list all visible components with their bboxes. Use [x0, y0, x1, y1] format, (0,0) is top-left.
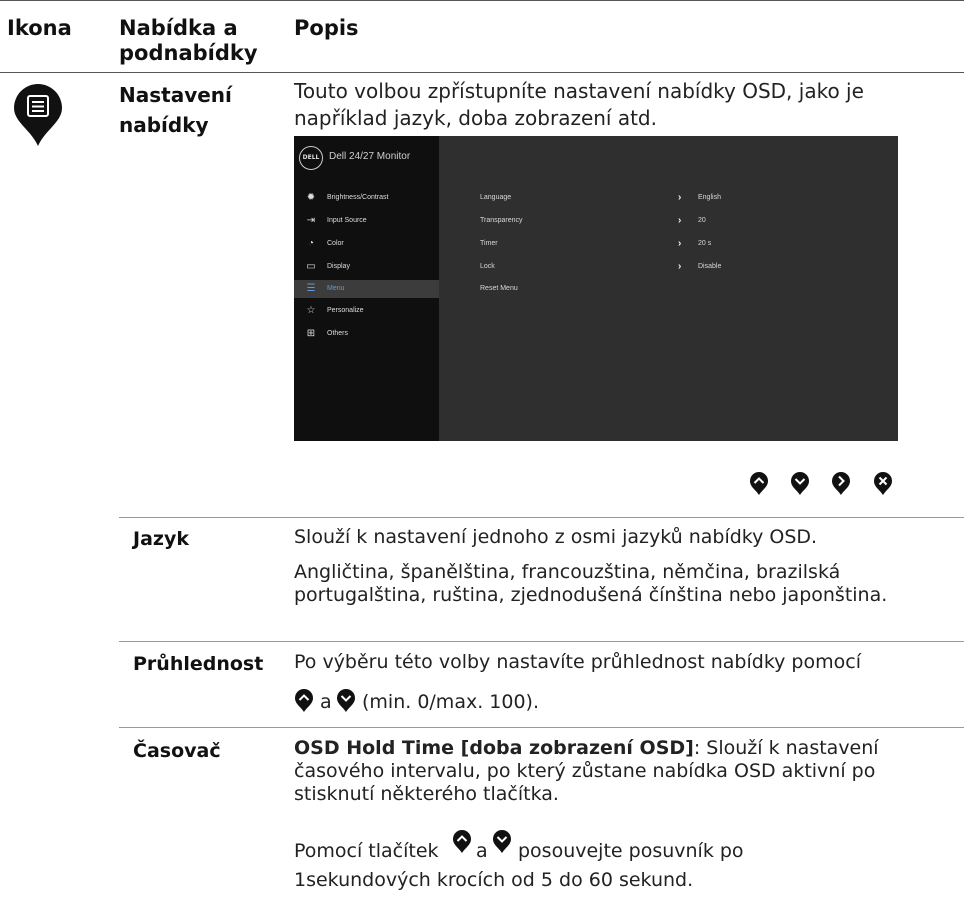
row-text-timer-3: 1sekundových krocích od 5 do 60 sekund. — [294, 869, 694, 891]
column-header-menu: Nabídka a podnabídky — [119, 16, 258, 65]
row-text-timer-2a: Pomocí tlačítek — [294, 840, 439, 862]
brightness-icon: ✹ — [306, 192, 316, 203]
osd-setting-lock[interactable]: Lock › Disable — [480, 261, 880, 275]
menu-list-icon — [10, 82, 66, 148]
chevron-right-icon: › — [678, 215, 682, 226]
transparency-joiner: a — [320, 691, 332, 713]
up-arrow-button-icon — [452, 830, 472, 854]
row-label-timer: Časovač — [133, 740, 221, 762]
osd-setting-language[interactable]: Language › English — [480, 192, 880, 206]
down-arrow-button-icon — [492, 830, 512, 854]
menu-section-description: Touto volbou zpřístupníte nastavení nabí… — [294, 79, 864, 130]
others-icon: ⊞ — [306, 328, 316, 339]
osd-menu-item-display[interactable]: ▭ Display — [294, 258, 439, 276]
right-arrow-button-icon[interactable] — [831, 472, 851, 496]
top-rule — [0, 0, 964, 1]
osd-setting-timer[interactable]: Timer › 20 s — [480, 238, 880, 252]
input-source-icon: ⇥ — [306, 215, 316, 226]
osd-screenshot: DELL Dell 24/27 Monitor ✹ Brightness/Con… — [294, 136, 898, 441]
star-icon: ☆ — [306, 305, 316, 316]
down-arrow-button-icon — [336, 689, 356, 713]
row-divider — [119, 727, 964, 728]
row-label-transparency: Průhlednost — [133, 653, 264, 675]
osd-menu-item-others[interactable]: ⊞ Others — [294, 325, 439, 343]
header-rule — [0, 72, 964, 73]
chevron-right-icon: › — [678, 238, 682, 249]
row-text-transparency-1: Po výběru této volby nastavíte průhledno… — [294, 651, 861, 673]
row-label-language: Jazyk — [133, 528, 189, 550]
chevron-right-icon: › — [678, 261, 682, 272]
menu-icon: ☰ — [306, 283, 316, 294]
chevron-right-icon: › — [678, 192, 682, 203]
osd-setting-transparency[interactable]: Transparency › 20 — [480, 215, 880, 229]
up-arrow-button-icon — [294, 689, 314, 713]
timer-joiner: a — [476, 840, 488, 862]
display-icon: ▭ — [306, 261, 316, 272]
menu-section-name: Nastavení nabídky — [119, 83, 232, 137]
row-text-language-2: Angličtina, španělština, francouzština, … — [294, 561, 888, 606]
column-header-icon: Ikona — [7, 16, 72, 40]
timer-bold-lead: OSD Hold Time [doba zobrazení OSD] — [294, 737, 694, 759]
row-text-timer-2b: posouvejte posuvník po — [518, 840, 744, 862]
dell-logo: DELL — [299, 146, 323, 170]
osd-title: Dell 24/27 Monitor — [329, 151, 411, 162]
color-icon: ◔ — [307, 238, 315, 249]
close-button-icon[interactable] — [873, 472, 893, 496]
osd-menu-item-input-source[interactable]: ⇥ Input Source — [294, 212, 439, 230]
up-arrow-button-icon[interactable] — [749, 472, 769, 496]
osd-menu-item-personalize[interactable]: ☆ Personalize — [294, 302, 439, 320]
osd-setting-reset-menu[interactable]: Reset Menu — [480, 285, 880, 297]
row-text-language-1: Slouží k nastavení jednoho z osmi jazyků… — [294, 526, 818, 548]
row-divider — [119, 641, 964, 642]
column-header-description: Popis — [294, 16, 359, 40]
osd-menu-item-color[interactable]: ◔ Color — [294, 235, 439, 253]
osd-menu-item-brightness[interactable]: ✹ Brightness/Contrast — [294, 189, 439, 207]
down-arrow-button-icon[interactable] — [790, 472, 810, 496]
row-text-timer-1: OSD Hold Time [doba zobrazení OSD]: Slou… — [294, 737, 879, 805]
row-divider — [119, 517, 964, 518]
osd-menu-item-menu[interactable]: ☰ Menu — [294, 280, 439, 298]
row-text-transparency-2: (min. 0/max. 100). — [362, 691, 540, 713]
osd-left-panel: DELL Dell 24/27 Monitor ✹ Brightness/Con… — [294, 136, 439, 441]
